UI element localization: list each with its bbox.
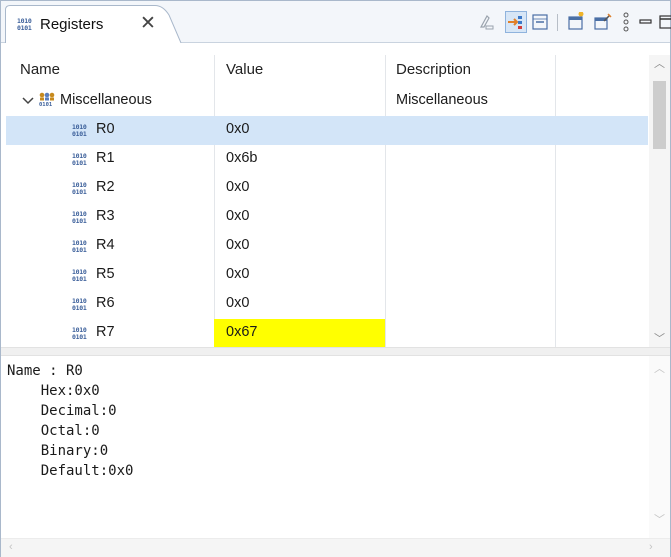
detail-line: Decimal:0 <box>7 403 117 419</box>
register-name: R2 <box>96 179 115 195</box>
scroll-down-icon[interactable]: ﹀ <box>654 330 665 346</box>
view-menu-button[interactable] <box>615 11 637 33</box>
table-row[interactable]: 1010 0101 R6 0x0 <box>6 290 648 319</box>
close-icon[interactable]: ✕ <box>140 13 156 35</box>
sash[interactable] <box>1 347 670 356</box>
table-header: Name Value Description <box>6 55 648 87</box>
view-toolbar <box>475 11 671 37</box>
register-binary-icon: 1010 0101 <box>72 326 87 341</box>
register-group-row[interactable]: 0101 Miscellaneous Miscellaneous <box>6 87 648 116</box>
scroll-right-icon[interactable]: › <box>649 541 653 553</box>
table-row[interactable]: 1010 0101 R2 0x0 <box>6 174 648 203</box>
tab-strip: 1010 0101 Registers ✕ <box>1 1 671 43</box>
register-binary-icon: 1010 0101 <box>17 17 32 32</box>
detail-line: Octal:0 <box>7 423 100 439</box>
register-binary-icon: 1010 0101 <box>72 268 87 283</box>
table-row[interactable]: 1010 0101 R3 0x0 <box>6 203 648 232</box>
register-name: R3 <box>96 208 115 224</box>
scroll-up-icon[interactable]: ︿ <box>654 360 665 376</box>
register-value[interactable]: 0x0 <box>226 237 249 253</box>
add-register-group-button[interactable] <box>565 11 587 33</box>
show-type-names-button[interactable] <box>475 11 497 33</box>
register-binary-icon: 1010 0101 <box>72 297 87 312</box>
detail-line: Hex:0x0 <box>7 383 100 399</box>
table-row[interactable]: 1010 0101 R4 0x0 <box>6 232 648 261</box>
table-row[interactable]: 1010 0101 R1 0x6b <box>6 145 648 174</box>
register-value[interactable]: 0x67 <box>226 324 257 340</box>
group-name: Miscellaneous <box>60 92 152 108</box>
edit-group-icon <box>594 13 612 30</box>
register-binary-icon: 1010 0101 <box>72 152 87 167</box>
scroll-down-icon[interactable]: ﹀ <box>654 511 665 527</box>
maximize-button[interactable] <box>655 11 671 33</box>
chevron-down-icon[interactable] <box>22 96 34 106</box>
register-value[interactable]: 0x0 <box>226 266 249 282</box>
vertical-dots-icon <box>623 12 629 32</box>
table-row[interactable]: 1010 0101 R5 0x0 <box>6 261 648 290</box>
layout-icon <box>508 16 522 29</box>
table-vertical-scrollbar[interactable]: ︿ ﹀ <box>649 55 670 347</box>
register-value[interactable]: 0x0 <box>226 121 249 137</box>
register-detail-pane[interactable]: Name : R0 Hex:0x0 Decimal:0 Octal:0 Bina… <box>4 356 648 538</box>
registers-view: 1010 0101 Registers ✕ Name Value Descrip… <box>0 0 671 557</box>
register-value[interactable]: 0x0 <box>226 295 249 311</box>
register-name: R4 <box>96 237 115 253</box>
register-name: R5 <box>96 266 115 282</box>
detail-line: Default:0x0 <box>7 463 134 479</box>
column-header-description[interactable]: Description <box>396 61 471 78</box>
tab-title: Registers <box>40 16 104 33</box>
show-registers-button[interactable] <box>505 11 527 33</box>
column-header-value[interactable]: Value <box>226 61 263 78</box>
register-value[interactable]: 0x0 <box>226 179 249 195</box>
register-binary-icon: 1010 0101 <box>72 239 87 254</box>
column-header-name[interactable]: Name <box>20 61 60 78</box>
maximize-icon <box>659 15 671 29</box>
registers-table: Name Value Description 0101 Miscellaneou… <box>6 55 648 347</box>
type-names-icon <box>479 15 494 30</box>
detail-line: Binary:0 <box>7 443 109 459</box>
svg-text:0101: 0101 <box>39 102 53 108</box>
detail-horizontal-scrollbar[interactable]: ‹ › <box>1 538 670 557</box>
register-value[interactable]: 0x6b <box>226 150 257 166</box>
register-binary-icon: 1010 0101 <box>72 181 87 196</box>
minimize-icon <box>639 19 652 24</box>
scroll-up-icon[interactable]: ︿ <box>654 55 665 71</box>
register-value[interactable]: 0x0 <box>226 208 249 224</box>
detail-vertical-scrollbar[interactable]: ︿ ﹀ <box>649 356 670 538</box>
register-name: R1 <box>96 150 115 166</box>
table-row[interactable]: 1010 0101 R0 0x0 <box>6 116 648 145</box>
add-group-icon <box>568 12 584 30</box>
collapse-all-icon <box>532 14 548 30</box>
group-description: Miscellaneous <box>396 92 488 108</box>
toolbar-separator <box>557 14 558 31</box>
detail-line: Name : R0 <box>7 363 83 379</box>
table-row[interactable]: 1010 0101 R7 0x67 <box>6 319 648 347</box>
collapse-all-button[interactable] <box>529 11 551 33</box>
edit-register-group-button[interactable] <box>591 11 613 33</box>
register-name: R7 <box>96 324 115 340</box>
register-binary-icon: 1010 0101 <box>72 210 87 225</box>
register-group-icon: 0101 <box>39 92 55 108</box>
tab-registers[interactable]: 1010 0101 Registers ✕ <box>5 5 183 43</box>
register-name: R0 <box>96 121 115 137</box>
scrollbar-thumb[interactable] <box>653 81 666 149</box>
minimize-button[interactable] <box>635 11 657 33</box>
register-binary-icon: 1010 0101 <box>72 123 87 138</box>
scroll-left-icon[interactable]: ‹ <box>9 541 13 553</box>
register-name: R6 <box>96 295 115 311</box>
